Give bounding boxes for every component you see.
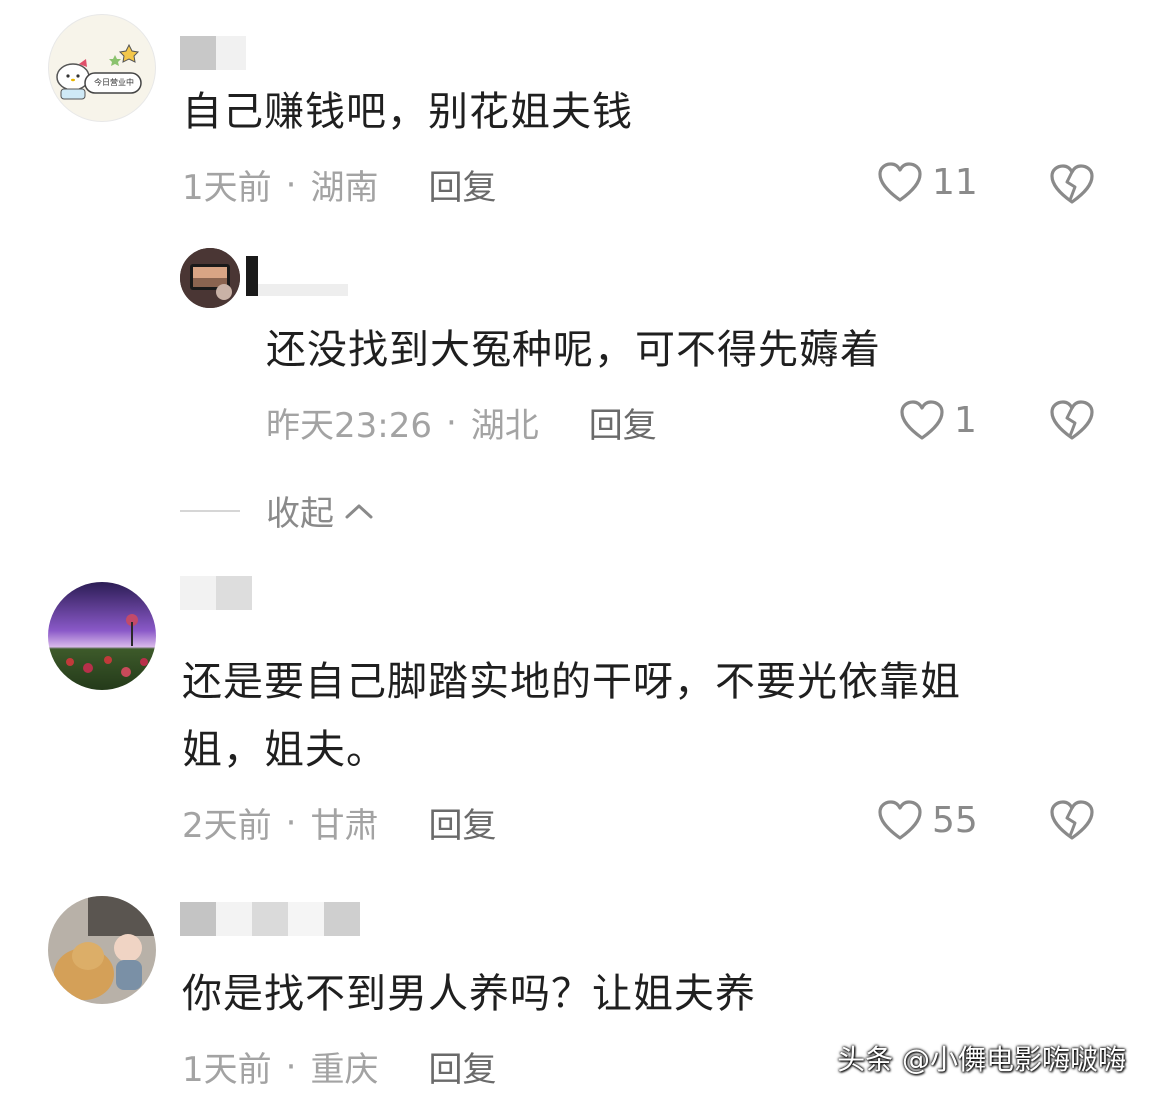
comment-text: 自己赚钱吧，别花姐夫钱 [182,89,633,135]
heart-icon [878,162,922,202]
divider-line [180,509,240,512]
comment-text-line-2: 姐，姐夫。 [182,727,387,773]
like-button[interactable]: 1 [898,398,977,442]
broken-heart-icon[interactable] [1048,162,1096,206]
heart-icon [878,800,922,840]
like-button[interactable]: 55 [876,798,978,842]
separator: · [445,402,457,443]
comment-text-line-1: 还是要自己脚踏实地的干呀，不要光依靠姐 [182,659,961,705]
username-redacted[interactable] [180,902,360,936]
reply-button[interactable]: 回复 [428,160,496,209]
collapse-label: 收起 [266,494,334,534]
separator: · [285,164,297,205]
reply-button[interactable]: 回复 [428,1042,496,1091]
comment-meta: 1天前 · 湖南 回复 [182,160,496,209]
reply-button[interactable]: 回复 [428,798,496,847]
comment-time: 昨天23:26 [266,406,432,446]
user-avatar[interactable] [48,896,156,1004]
like-count: 1 [954,399,977,441]
watermark: 头条 @小儛电影嗨啵嗨 [837,1043,1126,1076]
user-avatar[interactable]: 今日营业中 [48,14,156,122]
username-redacted[interactable] [180,576,252,610]
heart-icon [900,400,944,440]
comment-meta: 1天前 · 重庆 回复 [182,1042,496,1091]
comment-time: 2天前 [182,806,272,846]
separator: · [285,1046,297,1087]
like-count: 55 [932,799,978,841]
comment-text: 还没找到大冤种呢，可不得先薅着 [266,327,881,373]
user-avatar[interactable] [48,582,156,690]
comment-meta: 2天前 · 甘肃 回复 [182,798,496,847]
broken-heart-icon[interactable] [1048,398,1096,442]
like-count: 11 [932,161,978,203]
comment-location: 湖北 [470,406,539,446]
username-redacted[interactable] [246,256,348,296]
comment-meta: 昨天23:26 · 湖北 回复 [266,398,657,447]
broken-heart-icon[interactable] [1048,798,1096,842]
comment-text: 你是找不到男人养吗？让姐夫养 [182,971,756,1017]
comment-location: 甘肃 [310,806,379,846]
avatar-badge: 今日营业中 [94,78,134,87]
comment-time: 1天前 [182,168,272,208]
reply-button[interactable]: 回复 [589,398,657,447]
comment-location: 湖南 [310,168,379,208]
collapse-replies-button[interactable]: 收起 [180,486,374,535]
chevron-up-icon [345,504,373,518]
user-avatar[interactable] [180,248,240,308]
username-redacted[interactable] [180,36,246,70]
comment-time: 1天前 [182,1050,272,1090]
separator: · [285,802,297,843]
like-button[interactable]: 11 [876,160,978,204]
comment-location: 重庆 [310,1050,379,1090]
